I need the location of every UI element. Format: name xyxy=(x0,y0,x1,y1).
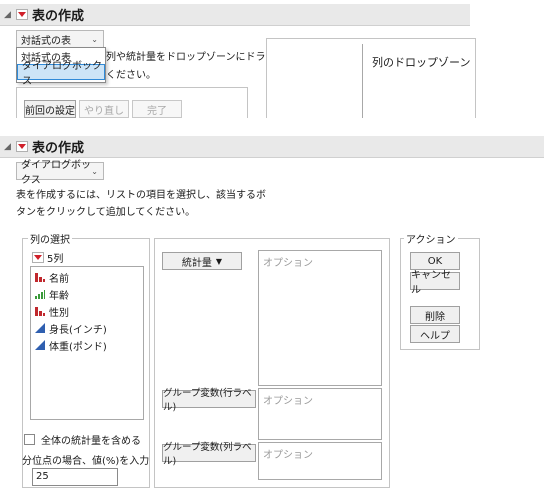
dropdown-triangle-icon: ▼ xyxy=(215,256,223,266)
cancel-button[interactable]: キャンセル xyxy=(410,270,460,296)
top-drop-separator xyxy=(362,44,363,118)
column-name: 身長(インチ) xyxy=(49,324,107,336)
list-item[interactable]: 身長(インチ) xyxy=(35,320,107,336)
nominal-icon xyxy=(35,307,45,316)
chevron-down-icon: ⌄ xyxy=(91,166,98,176)
continuous-icon xyxy=(35,340,45,350)
percentile-label: 分位点の場合、値(%)を入力 xyxy=(22,456,150,467)
include-total-checkbox[interactable] xyxy=(24,434,35,445)
done-button[interactable]: 完了 xyxy=(132,100,182,118)
column-name: 年齢 xyxy=(49,290,69,302)
main-instruction-line2: タンをクリックして追加してください。 xyxy=(16,207,196,218)
main-title: 表の作成 xyxy=(32,141,85,156)
percentile-value: 25 xyxy=(36,471,49,482)
top-table-area xyxy=(266,38,476,118)
list-item[interactable]: 体重(ポンド) xyxy=(35,337,107,353)
list-item[interactable]: 性別 xyxy=(35,303,69,319)
red-triangle-menu-icon[interactable] xyxy=(16,9,28,20)
top-mode-combo[interactable]: 対話式の表 ⌄ xyxy=(16,30,104,48)
column-count-row[interactable]: 5列 xyxy=(32,250,63,265)
group-col-dropzone[interactable]: オプション xyxy=(258,442,382,480)
top-instruction-line1: 列や統計量をドロップゾーンにドラ xyxy=(106,52,266,63)
group-row-dropzone[interactable]: オプション xyxy=(258,388,382,440)
percentile-input[interactable]: 25 xyxy=(32,468,118,486)
mode-dropdown-menu: 対話式の表 ダイアログボックス xyxy=(16,47,106,87)
continuous-icon xyxy=(35,323,45,333)
redo-button[interactable]: やり直し xyxy=(79,100,129,118)
list-item[interactable]: 年齢 xyxy=(35,286,69,302)
action-label: アクション xyxy=(404,231,458,246)
column-name: 名前 xyxy=(49,273,69,285)
main-mode-combo[interactable]: ダイアログボックス ⌄ xyxy=(16,160,104,186)
option-placeholder: オプション xyxy=(263,450,313,461)
column-name: 性別 xyxy=(49,307,69,319)
nominal-icon xyxy=(35,273,45,282)
group-row-button[interactable]: グループ変数(行ラベル) xyxy=(162,388,256,413)
option-placeholder: オプション xyxy=(263,258,313,269)
help-button[interactable]: ヘルプ xyxy=(410,325,460,343)
statistics-dropzone[interactable]: オプション xyxy=(258,250,382,386)
include-total-label: 全体の統計量を含める xyxy=(41,436,141,447)
top-title-bar: ◢ 表の作成 xyxy=(0,4,470,26)
red-triangle-menu-icon[interactable] xyxy=(32,252,44,263)
column-count: 5列 xyxy=(47,254,64,265)
column-dropzone-label: 列のドロップゾーン xyxy=(372,56,471,69)
list-item[interactable]: 名前 xyxy=(35,269,69,285)
ordinal-icon xyxy=(35,290,45,299)
chevron-down-icon: ⌄ xyxy=(91,34,98,44)
main-instruction-line1: 表を作成するには、リストの項目を選択し、該当するボ xyxy=(16,190,266,201)
delete-button[interactable]: 削除 xyxy=(410,306,460,324)
main-title-bar: ◢ 表の作成 xyxy=(0,136,544,158)
statistics-button[interactable]: 統計量 ▼ xyxy=(162,252,242,270)
column-select-label: 列の選択 xyxy=(28,231,72,246)
statistics-button-label: 統計量 xyxy=(181,257,212,269)
main-mode-combo-value: ダイアログボックス xyxy=(21,160,91,186)
top-mode-combo-value: 対話式の表 xyxy=(21,35,71,47)
red-triangle-menu-icon[interactable] xyxy=(16,141,28,152)
option-placeholder: オプション xyxy=(263,396,313,407)
top-title: 表の作成 xyxy=(32,9,85,24)
column-list[interactable]: 名前 年齢 性別 身長(インチ) 体重(ポンド) xyxy=(30,266,144,420)
column-name: 体重(ポンド) xyxy=(49,341,107,353)
top-instruction-line2: ください。 xyxy=(106,70,156,81)
collapse-triangle-icon[interactable]: ◢ xyxy=(4,10,14,20)
include-total-row[interactable]: 全体の統計量を含める xyxy=(24,432,141,447)
menu-item-dialog[interactable]: ダイアログボックス xyxy=(17,61,105,87)
group-col-button[interactable]: グループ変数(列ラベル) xyxy=(162,442,256,467)
previous-settings-button[interactable]: 前回の設定 xyxy=(24,100,76,118)
collapse-triangle-icon[interactable]: ◢ xyxy=(4,142,14,152)
